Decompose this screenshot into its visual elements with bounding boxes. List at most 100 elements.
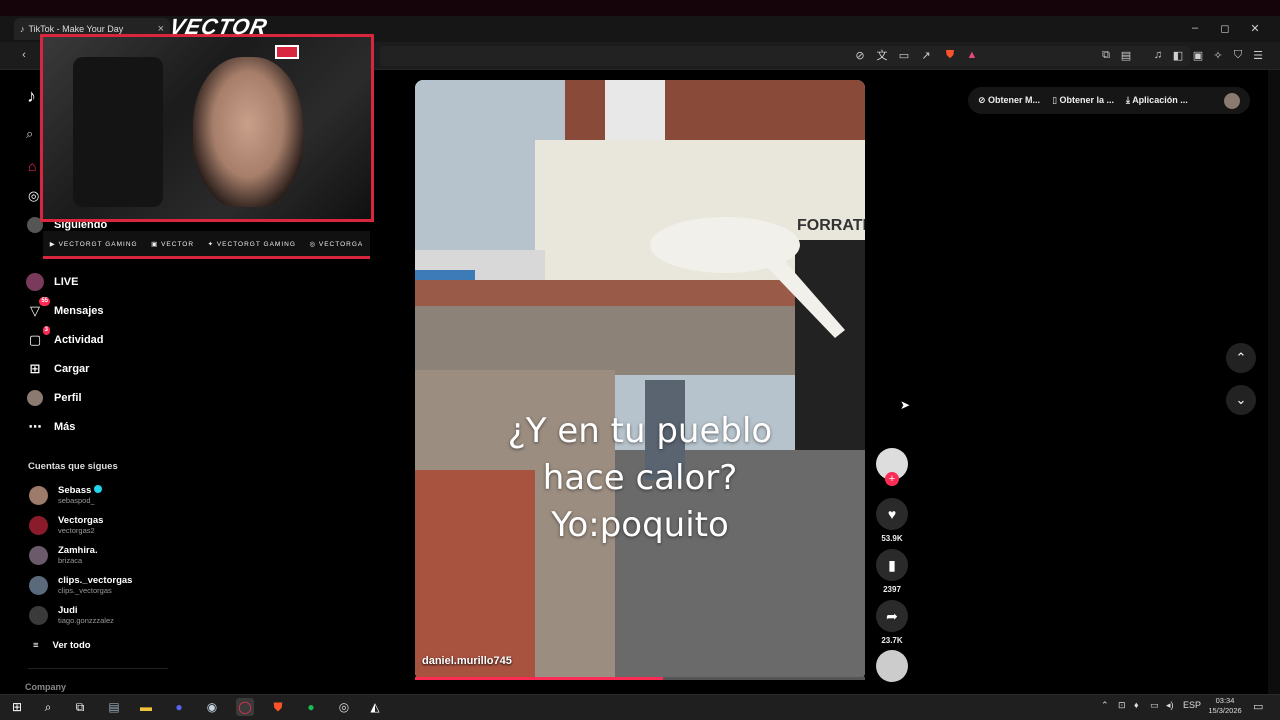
opera-gx-icon[interactable]: ◯ xyxy=(236,698,254,716)
file-explorer-icon[interactable]: ▬ xyxy=(137,698,155,716)
music-icon[interactable]: ♫ xyxy=(1150,47,1166,63)
sidebar-toggle-icon[interactable]: ◧ xyxy=(1170,47,1186,63)
language-indicator[interactable]: ESP xyxy=(1183,700,1201,710)
account-item[interactable]: clips._vectorgas clips._vectorgas xyxy=(29,575,132,595)
tiktok-tab-icon: ♪ xyxy=(20,24,25,34)
twitter-handle: ✦ VECTORGT GAMING xyxy=(207,240,296,248)
user-avatar[interactable] xyxy=(1224,92,1240,109)
see-all-link[interactable]: ≡ Ver todo xyxy=(33,640,91,651)
brave-shield-icon[interactable]: ⛊ xyxy=(942,47,958,63)
steam-icon[interactable]: ◉ xyxy=(203,698,221,716)
avatar xyxy=(29,485,48,505)
address-bar[interactable] xyxy=(380,46,1190,66)
windows-taskbar xyxy=(0,694,1280,720)
following-accounts-title: Cuentas que sigues xyxy=(28,461,118,472)
divider xyxy=(28,668,168,669)
avatar xyxy=(29,545,48,565)
footer-company[interactable]: Company xyxy=(25,682,66,692)
minimize-button[interactable]: – xyxy=(1180,18,1210,38)
close-window-button[interactable]: ✕ xyxy=(1240,18,1270,38)
notifications-icon[interactable]: ▭ xyxy=(1253,700,1263,713)
get-app-button[interactable]: ▯ Obtener la ... xyxy=(1052,95,1114,106)
share-arrow-icon: ➦ xyxy=(886,607,898,624)
like-count: 53.9K xyxy=(881,534,903,543)
heart-icon: ♥ xyxy=(887,506,897,522)
task-view-icon[interactable]: ⧉ xyxy=(71,698,89,716)
top-right-actions: ⊘ Obtener M... ▯ Obtener la ... ⤓ Aplica… xyxy=(968,87,1250,114)
video-author[interactable]: daniel.murillo745 xyxy=(422,655,512,667)
no-tracking-icon[interactable]: ⊘ xyxy=(852,47,868,63)
volume-icon[interactable]: ◂) xyxy=(1166,700,1174,711)
reader-icon[interactable]: ▤ xyxy=(1118,47,1134,63)
account-item[interactable]: Judi tiago.gonzzzalez xyxy=(29,605,114,625)
page-scrollbar[interactable] xyxy=(1268,70,1280,694)
get-coins-button[interactable]: ⊘ Obtener M... xyxy=(978,95,1040,106)
shop-sign: FORRATERA xyxy=(797,217,865,234)
network-icon[interactable]: ▭ xyxy=(1150,700,1159,711)
social-bar: ▶ VECTORGT GAMING ▣ VECTOR ✦ VECTORGT GA… xyxy=(43,231,370,259)
translate-icon[interactable]: 文 xyxy=(874,47,890,63)
sidebar-item-activity[interactable]: ▢ 3 Actividad xyxy=(26,326,104,349)
account-item[interactable]: Zamhira. brizaca xyxy=(29,545,98,565)
spotify-icon[interactable]: ● xyxy=(302,698,320,716)
app-icon[interactable]: ▤ xyxy=(105,698,123,716)
search-icon[interactable]: ⌕ xyxy=(26,126,33,142)
taskbar-search-icon[interactable]: ⌕ xyxy=(39,698,57,716)
sidebar-item-messages[interactable]: ▽ 55 Mensajes xyxy=(26,297,104,320)
cast-icon[interactable]: ▭ xyxy=(896,47,912,63)
menu-icon[interactable]: ☰ xyxy=(1250,47,1266,63)
microphone-icon[interactable]: ♦ xyxy=(1134,700,1139,710)
download-app-button[interactable]: ⤓ Aplicación ... xyxy=(1126,95,1188,106)
tray-app-icon[interactable]: ⊡ xyxy=(1118,700,1126,711)
gaming-chair xyxy=(73,57,163,207)
more-icon: ⋯ xyxy=(28,419,42,434)
back-icon[interactable]: ‹ xyxy=(16,47,32,63)
account-item[interactable]: Sebass sebaspod_ xyxy=(29,485,102,505)
home-icon[interactable]: ⌂ xyxy=(28,158,36,174)
follow-plus-icon[interactable]: + xyxy=(885,472,899,486)
sound-disc[interactable] xyxy=(876,650,908,682)
avatar xyxy=(29,515,48,535)
sidebar-item-more[interactable]: ⋯ Más xyxy=(26,418,76,436)
streamer-face xyxy=(193,57,303,207)
list-icon: ≡ xyxy=(33,640,39,651)
account-item[interactable]: Vectorgas vectorgas2 xyxy=(29,515,103,535)
brave-icon[interactable]: ⛊ xyxy=(269,698,287,716)
tray-chevron-icon[interactable]: ⌃ xyxy=(1101,700,1109,711)
leo-icon[interactable]: ✧ xyxy=(1210,47,1226,63)
brave-rewards-icon[interactable]: ▲ xyxy=(964,47,980,63)
share-icon[interactable]: ↗ xyxy=(918,47,934,63)
obs-icon[interactable]: ◎ xyxy=(335,698,353,716)
save-button[interactable]: ▮ xyxy=(876,549,908,581)
extensions-icon[interactable]: ⧉ xyxy=(1098,47,1114,63)
mouse-cursor-icon: ➤ xyxy=(900,398,911,412)
video-caption: ¿Y en tu pueblo hace calor? Yo:poquito xyxy=(507,411,773,545)
profile-icon xyxy=(26,389,44,407)
vpn-icon[interactable]: ⛉ xyxy=(1230,47,1246,63)
sidebar-item-profile[interactable]: Perfil xyxy=(26,389,82,407)
maximize-button[interactable]: ◻ xyxy=(1210,18,1240,38)
sidebar-item-upload[interactable]: ⊞ Cargar xyxy=(26,360,90,378)
sidebar-item-live[interactable]: LIVE xyxy=(26,273,78,291)
activity-badge: 3 xyxy=(42,326,50,335)
explore-icon[interactable]: ◎ xyxy=(28,188,39,204)
like-button[interactable]: ♥ xyxy=(876,498,908,530)
discord-icon[interactable]: ● xyxy=(170,698,188,716)
verified-icon xyxy=(93,485,102,493)
webcam-overlay xyxy=(40,34,374,222)
video-player[interactable]: FORRATERA xyxy=(415,80,865,680)
windows-start-icon[interactable]: ⊞ xyxy=(8,698,26,716)
twitch-handle: ▣ VECTOR xyxy=(151,240,195,248)
share-count: 23.7K xyxy=(881,636,903,645)
app-icon[interactable]: ◭ xyxy=(366,698,384,716)
share-button[interactable]: ➦ xyxy=(876,600,908,632)
live-icon xyxy=(26,273,44,291)
vector-logo: VECTOR xyxy=(167,14,271,39)
next-video-button[interactable]: ⌄ xyxy=(1226,385,1256,415)
clock[interactable]: 03:34 15/3/2026 xyxy=(1204,696,1246,716)
previous-video-button[interactable]: ⌃ xyxy=(1226,343,1256,373)
chevron-down-icon: ⌄ xyxy=(1235,392,1247,407)
tiktok-logo[interactable]: ♪ xyxy=(27,86,36,107)
video-frame: FORRATERA xyxy=(415,80,865,680)
wallet-icon[interactable]: ▣ xyxy=(1190,47,1206,63)
